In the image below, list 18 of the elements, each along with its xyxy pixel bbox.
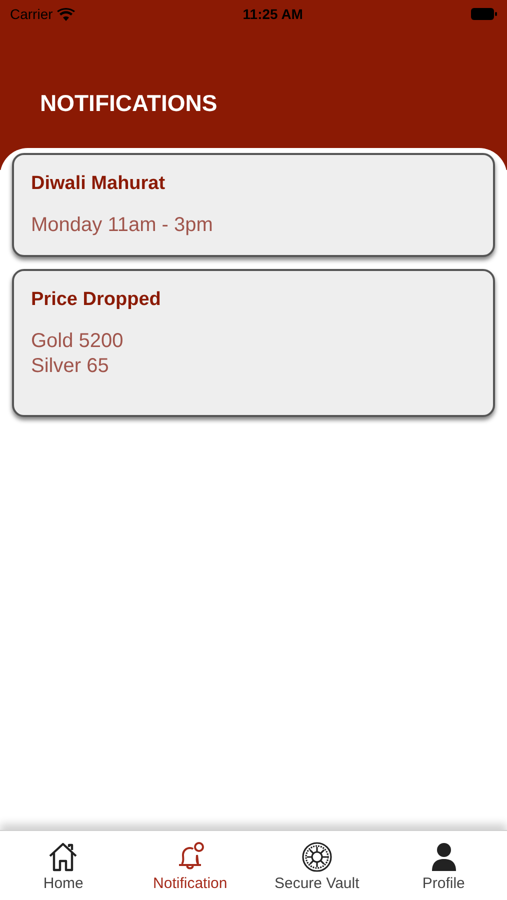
notification-card[interactable]: Price Dropped Gold 5200 Silver 65: [12, 269, 495, 417]
notification-card[interactable]: Diwali Mahurat Monday 11am - 3pm: [12, 153, 495, 257]
tab-button[interactable]: Notification: [126, 831, 254, 900]
wifi-icon: [56, 8, 75, 20]
battery-icon: [471, 8, 497, 20]
tab-button[interactable]: Profile: [380, 831, 507, 900]
notification-text: Monday 11am - 3pm: [31, 213, 214, 238]
notification-title: Price Dropped: [31, 288, 162, 312]
tab-button[interactable]: Secure Vault: [254, 831, 380, 900]
notification-text: Silver 65: [31, 354, 110, 379]
tab-button[interactable]: Home: [0, 831, 127, 900]
vault-icon: [300, 841, 333, 873]
status-time: 11:25 AM: [242, 4, 303, 24]
home-icon: [47, 841, 80, 873]
notification-text: Gold 5200: [31, 329, 124, 354]
carrier-label: Carrier: [10, 4, 53, 24]
notification-title: Diwali Mahurat: [31, 172, 166, 196]
page-title: NOTIFICATIONS: [40, 90, 218, 116]
